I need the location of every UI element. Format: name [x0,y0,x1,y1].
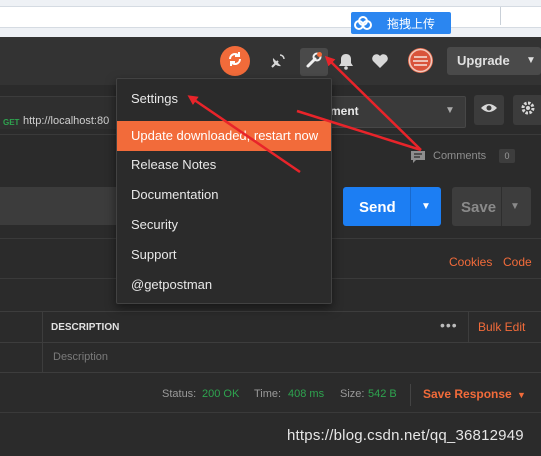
menu-item-security[interactable]: Security [117,210,331,240]
chevron-down-icon[interactable]: ▼ [517,390,526,400]
comment-icon[interactable] [410,150,426,169]
size-label: Size: [340,388,365,400]
status-value[interactable]: 200 OK [202,388,239,400]
divider [0,412,541,413]
menu-item-update-restart[interactable]: Update downloaded, restart now [117,121,331,151]
chevron-down-icon[interactable]: ▼ [510,201,520,212]
address-bar[interactable] [0,6,541,28]
gear-icon [519,99,537,122]
table-column-divider [468,312,469,342]
status-label: Status: [162,388,197,400]
cloud-icon [351,12,375,34]
save-response-button[interactable]: Save Response [423,387,512,401]
menu-item-support[interactable]: Support [117,240,331,270]
description-input[interactable]: Description [53,351,108,363]
size-value[interactable]: 542 B [368,388,397,400]
comments-label[interactable]: Comments [433,150,486,162]
status-divider [410,384,411,406]
cookies-link[interactable]: Cookies [449,255,492,269]
chevron-down-icon: ▼ [445,105,455,116]
table-border [0,342,541,343]
save-divider [501,187,502,226]
table-border [0,372,541,373]
wrench-icon [305,51,323,74]
more-options-icon[interactable]: ••• [440,317,458,333]
manage-environments-button[interactable] [513,95,541,125]
chevron-down-icon[interactable]: ▼ [421,201,431,212]
send-divider [410,187,411,226]
eye-icon [480,101,498,119]
save-label: Save [461,199,497,216]
baidu-upload-label: 拖拽上传 [387,16,436,31]
menu-item-release-notes[interactable]: Release Notes [117,150,331,180]
menu-item-getpostman[interactable]: @getpostman [117,270,331,300]
tab-method: GET [3,118,20,127]
menu-item-settings[interactable]: Settings [117,84,331,114]
notifications-bell-icon[interactable] [335,50,357,72]
satellite-icon[interactable] [267,50,289,72]
settings-wrench-button[interactable] [300,48,328,76]
code-link[interactable]: Code [503,255,532,269]
time-label: Time: [254,388,282,400]
description-column-header: DESCRIPTION [51,322,120,333]
time-value[interactable]: 408 ms [288,388,324,400]
sync-icon [226,50,244,73]
chrome-divider [500,7,501,25]
comments-count-badge: 0 [499,149,515,163]
avatar[interactable] [408,48,433,73]
environment-quick-look-button[interactable] [474,95,504,125]
bulk-edit-link[interactable]: Bulk Edit [478,320,525,334]
heart-icon[interactable] [369,50,391,72]
send-label: Send [359,199,396,216]
sync-button[interactable] [220,46,250,76]
settings-dropdown-menu: Settings Update downloaded, restart now … [116,78,332,304]
chevron-down-icon[interactable]: ▼ [526,55,536,66]
environment-label: ment [330,104,359,118]
baidu-upload-button[interactable]: 拖拽上传 [351,12,451,34]
menu-item-documentation[interactable]: Documentation [117,180,331,210]
tab-url: http://localhost:80 [23,115,110,127]
watermark: https://blog.csdn.net/qq_36812949 [287,427,524,444]
upgrade-label: Upgrade [457,53,510,68]
